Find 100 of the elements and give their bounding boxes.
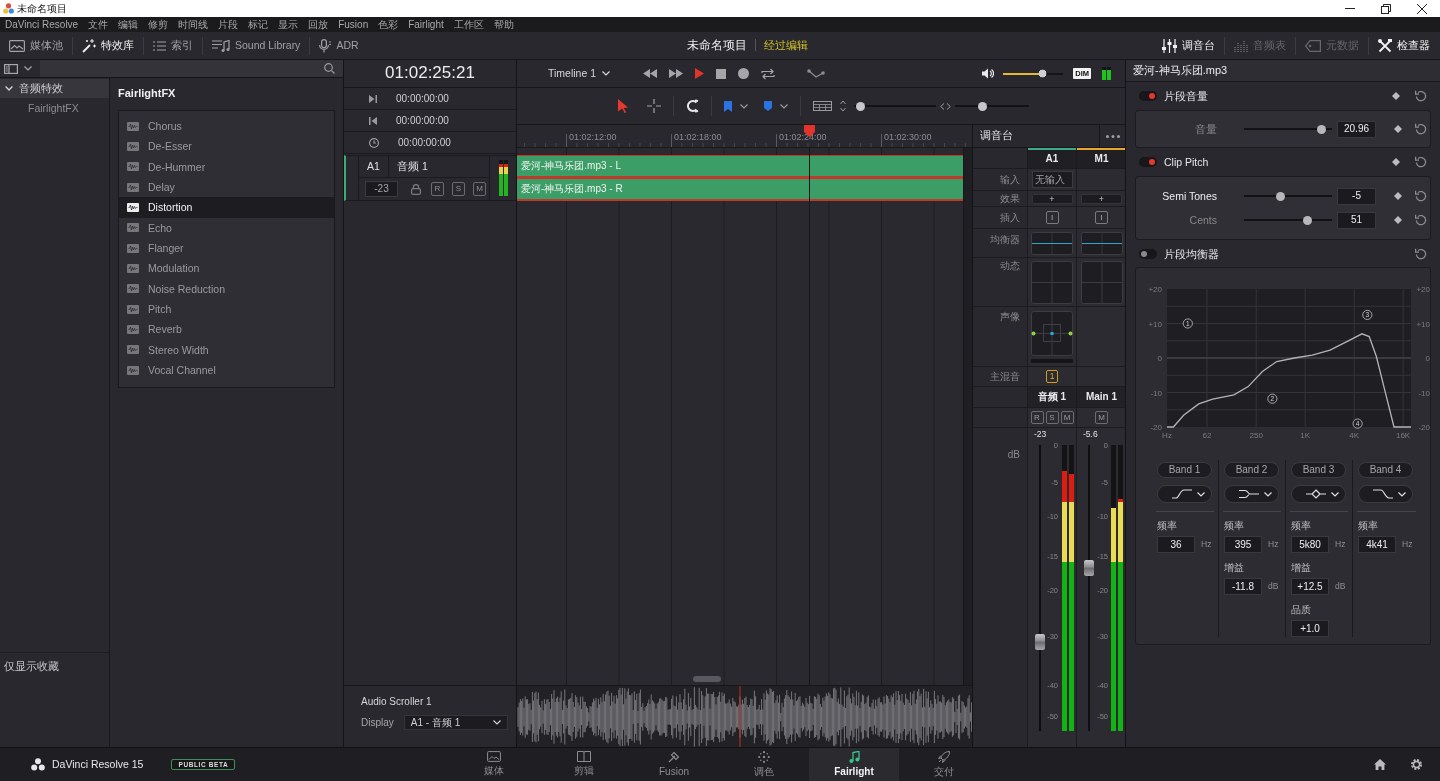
menu-item[interactable]: Fusion [333, 17, 374, 32]
toolbar-button[interactable]: 特效库 [75, 34, 141, 57]
menu-item[interactable]: 时间线 [173, 17, 214, 32]
home-icon[interactable] [1374, 759, 1386, 770]
marker-icon[interactable] [764, 101, 772, 111]
reset-icon[interactable] [1415, 214, 1427, 226]
eq-thumbnail[interactable] [1031, 231, 1073, 255]
value-field[interactable]: +12.5 [1291, 578, 1329, 595]
effect-item[interactable]: Reverb [119, 319, 334, 340]
toolbar-button[interactable]: 媒体池 [2, 34, 70, 57]
menu-item[interactable]: 标记 [243, 17, 274, 32]
channel-toggle-button[interactable]: M [1095, 411, 1108, 424]
effect-item[interactable]: Noise Reduction [119, 278, 334, 300]
effect-item[interactable]: Flanger [119, 238, 334, 259]
track-toggle-button[interactable]: R [431, 182, 444, 196]
value-field[interactable]: 5k80 [1291, 536, 1329, 553]
band-button[interactable]: Band 4 [1358, 462, 1413, 478]
slider-thumb[interactable] [1303, 215, 1313, 225]
pointer-icon[interactable] [618, 99, 628, 113]
menu-item[interactable]: 色彩 [373, 17, 404, 32]
page-tab[interactable]: 交付 [899, 748, 989, 781]
reset-icon[interactable] [1415, 156, 1427, 168]
rewind-icon[interactable] [643, 69, 658, 78]
insert-button[interactable]: I [1045, 211, 1059, 224]
fader-handle[interactable] [1035, 634, 1045, 651]
value-field[interactable]: 51 [1337, 211, 1376, 229]
dynamics-thumbnail[interactable] [1080, 260, 1123, 304]
page-tab[interactable]: 媒体 [449, 748, 539, 781]
magnet-icon[interactable] [686, 99, 699, 113]
menu-item[interactable]: Fairlight [403, 17, 449, 32]
page-tab[interactable]: Fusion [629, 748, 719, 781]
toolbar-button[interactable]: 索引 [146, 34, 200, 57]
slider-thumb[interactable] [1316, 124, 1326, 134]
slider-thumb[interactable] [1276, 191, 1286, 201]
scrollbar-thumb[interactable] [693, 676, 721, 682]
keyframe-icon[interactable] [1394, 192, 1402, 200]
toggle-switch[interactable] [1139, 249, 1157, 259]
menu-item[interactable]: 工作区 [448, 17, 489, 32]
track-toggle-button[interactable]: S [452, 182, 465, 196]
effect-item[interactable]: Vocal Channel [119, 360, 334, 381]
toolbar-button[interactable]: ADR [312, 34, 366, 57]
eq-thumbnail[interactable] [1080, 231, 1123, 255]
settings-icon[interactable] [1410, 758, 1423, 771]
bookmark-icon[interactable] [724, 100, 732, 112]
insert-button[interactable]: I [1095, 211, 1108, 224]
menu-item[interactable]: 显示 [273, 17, 304, 32]
menu-item[interactable]: DaVinci Resolve [0, 17, 84, 32]
effect-item[interactable]: Modulation [119, 258, 334, 279]
channel-toggle-button[interactable]: M [1060, 411, 1074, 424]
menu-item[interactable]: 修剪 [143, 17, 174, 32]
band-button[interactable]: Band 1 [1157, 462, 1212, 478]
stop-icon[interactable] [716, 68, 727, 79]
effect-item[interactable]: Chorus [119, 116, 334, 137]
page-tab[interactable]: 调色 [719, 748, 809, 781]
slider-thumb[interactable] [977, 101, 987, 111]
input-field[interactable]: 无输入 [1031, 171, 1073, 188]
menu-item[interactable]: 文件 [83, 17, 114, 32]
lock-icon[interactable] [411, 183, 421, 195]
effect-item[interactable]: Delay [119, 177, 334, 198]
display-dropdown[interactable]: A1 - 音频 1 [403, 715, 508, 730]
value-field[interactable]: 20.96 [1337, 120, 1376, 138]
menu-item[interactable]: 帮助 [488, 17, 519, 32]
value-field[interactable]: 395 [1224, 536, 1262, 553]
menu-item[interactable]: 片段 [213, 17, 244, 32]
effect-item[interactable]: Distortion [119, 197, 334, 218]
slider-thumb[interactable] [856, 101, 866, 111]
timeline-dropdown[interactable]: Timeline 1 [548, 67, 611, 80]
effect-item[interactable]: Stereo Width [119, 339, 334, 361]
search-field[interactable] [40, 60, 343, 77]
toolbar-button[interactable]: Sound Library [205, 34, 308, 57]
toggle-switch[interactable] [1139, 157, 1157, 167]
automation-icon[interactable] [807, 67, 826, 80]
channel-toggle-button[interactable]: S [1045, 411, 1059, 424]
effect-item[interactable]: De-Esser [119, 136, 334, 157]
crosshair-icon[interactable] [647, 99, 661, 113]
filter-shape-dropdown[interactable] [1291, 485, 1346, 503]
toolbar-button[interactable]: 调音台 [1155, 34, 1222, 57]
loop-icon[interactable] [761, 67, 776, 80]
keyframe-icon[interactable] [1394, 216, 1402, 224]
up-down-icon[interactable] [840, 100, 846, 112]
scrollbar[interactable] [963, 148, 972, 685]
effect-item[interactable]: Echo [119, 217, 334, 239]
fader-handle[interactable] [1084, 560, 1094, 576]
value-field[interactable]: -11.8 [1224, 578, 1262, 595]
effect-item[interactable]: De-Hummer [119, 156, 334, 178]
menu-item[interactable]: 回放 [303, 17, 334, 32]
reset-icon[interactable] [1415, 90, 1427, 102]
keyframe-icon[interactable] [1392, 158, 1400, 166]
tree-item[interactable]: FairlightFX [0, 98, 109, 119]
keyframe-icon[interactable] [1394, 125, 1402, 133]
dynamics-thumbnail[interactable] [1031, 260, 1073, 304]
value-field[interactable]: +1.0 [1291, 620, 1329, 637]
add-effect-button[interactable]: + [1081, 193, 1122, 204]
keyframe-icon[interactable] [1392, 92, 1400, 100]
reset-icon[interactable] [1415, 123, 1427, 135]
left-right-icon[interactable] [940, 102, 951, 110]
grid-icon[interactable] [813, 101, 832, 111]
band-button[interactable]: Band 2 [1224, 462, 1279, 478]
reset-icon[interactable] [1415, 248, 1427, 260]
volume-field[interactable]: -23 [365, 181, 398, 197]
